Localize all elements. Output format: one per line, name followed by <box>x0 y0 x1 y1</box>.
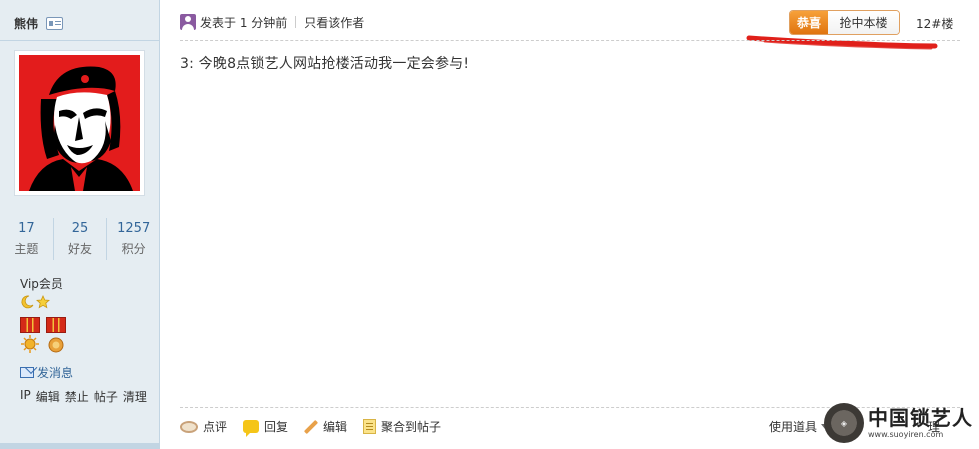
divider <box>295 16 297 28</box>
moon-icon <box>21 295 34 309</box>
user-card-icon[interactable] <box>46 16 64 30</box>
post-time: 发表于 1 分钟前 <box>200 15 288 30</box>
reply-label: 回复 <box>264 420 289 434</box>
avatar-image <box>19 55 140 191</box>
user-stats: 17 主题 25 好友 1257 积分 <box>0 218 160 260</box>
medal-list <box>20 317 70 353</box>
medal-coin-icon[interactable] <box>46 335 66 353</box>
stat-points[interactable]: 1257 积分 <box>106 218 160 260</box>
user-header: 熊伟 <box>14 14 64 32</box>
medal-ribbon-icon[interactable] <box>20 317 40 333</box>
stat-value: 1257 <box>117 221 151 236</box>
reply-button[interactable]: 回复 <box>243 418 289 437</box>
manage-link[interactable]: 理 <box>928 418 940 435</box>
comment-icon <box>180 420 198 433</box>
admin-link-posts[interactable]: 帖子 <box>94 388 118 405</box>
post-content: 3: 今晚8点锁艺人网站抢楼活动我一定会参与! <box>180 56 470 72</box>
use-items-menu[interactable]: 使用道具 <box>769 418 830 435</box>
reply-icon <box>243 420 260 437</box>
divider <box>0 40 159 41</box>
divider <box>180 40 960 41</box>
mail-icon <box>20 367 34 378</box>
use-items-label: 使用道具 <box>769 420 818 434</box>
post-actions: 点评 回复 编辑 聚合到帖子 <box>180 418 457 437</box>
user-sidebar: 熊伟 17 主题 25 好友 1257 积分 Vip会员 发消息 IP 编辑 禁… <box>0 0 160 449</box>
document-icon <box>363 419 377 434</box>
watermark-title: 中国锁艺人 <box>868 406 973 430</box>
stat-value: 25 <box>71 221 89 236</box>
stat-value: 17 <box>18 221 35 236</box>
sidebar-footer-strip <box>0 443 160 449</box>
stat-label: 主题 <box>14 242 39 256</box>
site-watermark: ◈ 中国锁艺人 www.suoyiren.com <box>824 400 979 446</box>
stat-friends[interactable]: 25 好友 <box>52 218 107 260</box>
lock-emblem-icon: ◈ <box>824 403 864 443</box>
rank-stars <box>20 295 50 309</box>
admin-link-edit[interactable]: 编辑 <box>36 388 60 405</box>
admin-link-clean[interactable]: 清理 <box>123 388 147 405</box>
send-message-label: 发消息 <box>37 366 74 380</box>
send-message-link[interactable]: 发消息 <box>20 364 73 381</box>
badge-grab-floor: 抢中本楼 <box>828 11 899 34</box>
stat-label: 好友 <box>68 242 93 256</box>
post-meta: 发表于 1 分钟前 只看该作者 <box>180 8 364 36</box>
badge-congrats: 恭喜 <box>790 11 828 34</box>
admin-link-ip[interactable]: IP <box>20 388 31 405</box>
star-icon <box>36 295 50 309</box>
admin-link-ban[interactable]: 禁止 <box>65 388 89 405</box>
comment-label: 点评 <box>203 420 228 434</box>
user-group[interactable]: Vip会员 <box>20 275 63 292</box>
admin-links: IP 编辑 禁止 帖子 清理 <box>20 388 147 405</box>
grab-floor-badge: 恭喜 抢中本楼 <box>789 10 900 35</box>
comment-button[interactable]: 点评 <box>180 418 227 435</box>
watermark-url: www.suoyiren.com <box>868 430 944 439</box>
watermark-text: 中国锁艺人 www.suoyiren.com <box>868 406 973 440</box>
edit-button[interactable]: 编辑 <box>304 418 347 435</box>
floor-number[interactable]: 12#楼 <box>916 15 953 32</box>
medal-sun-icon[interactable] <box>20 335 40 353</box>
medal-ribbon-icon[interactable] <box>46 317 66 333</box>
pencil-icon <box>304 420 318 434</box>
stat-label: 积分 <box>121 242 146 256</box>
avatar[interactable] <box>14 50 145 196</box>
author-online-icon <box>180 14 196 30</box>
aggregate-label: 聚合到帖子 <box>381 420 442 434</box>
edit-label: 编辑 <box>323 420 348 434</box>
aggregate-button[interactable]: 聚合到帖子 <box>363 418 441 435</box>
only-author-link[interactable]: 只看该作者 <box>304 14 364 31</box>
stat-threads[interactable]: 17 主题 <box>0 218 53 260</box>
username[interactable]: 熊伟 <box>14 15 38 32</box>
